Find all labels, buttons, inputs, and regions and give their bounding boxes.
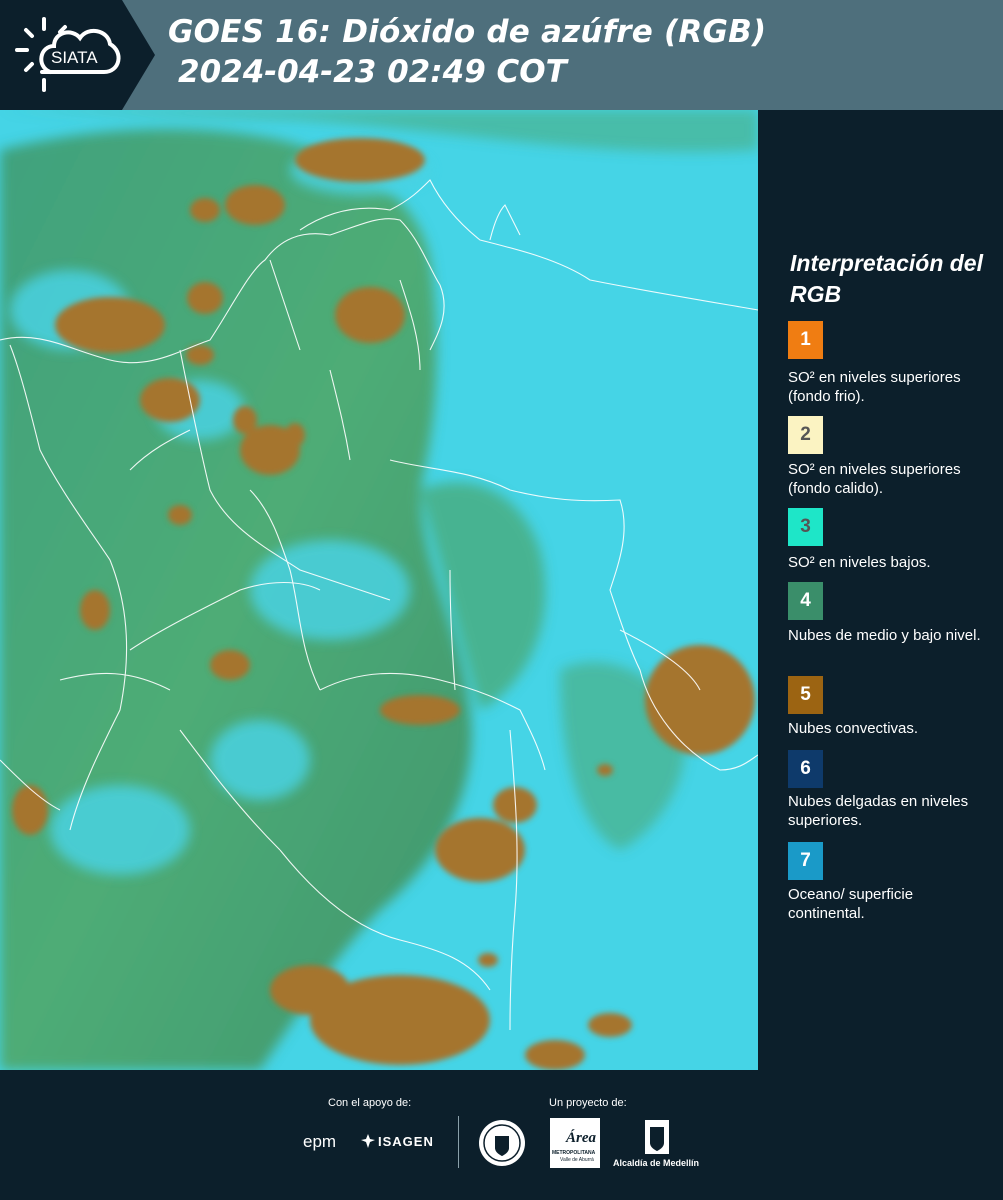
isagen-icon	[361, 1134, 375, 1148]
legend-text-6: Nubes delgadas en niveles superiores.	[788, 793, 969, 829]
legend-title: Interpretación del RGB	[790, 250, 983, 307]
svg-text:SIATA: SIATA	[51, 48, 98, 67]
area-logo-sub: METROPOLITANA	[552, 1150, 596, 1156]
map-title: GOES 16: Dióxido de azúfre (RGB)	[168, 14, 767, 50]
legend-swatch-5: 5	[788, 676, 823, 714]
project-label: Un proyecto de:	[549, 1097, 627, 1109]
map-timestamp: 2024-04-23 02:49 COT	[178, 54, 567, 90]
legend-text-3: SO² en niveles bajos.	[788, 554, 931, 571]
siata-logo: SIATA	[0, 0, 155, 110]
legend-swatch-1: 1	[788, 321, 823, 359]
alcaldia-logo-text: Alcaldía de Medellín	[613, 1158, 700, 1168]
legend-swatch-7: 7	[788, 842, 823, 880]
legend-swatch-2: 2	[788, 416, 823, 454]
legend-swatch-6: 6	[788, 750, 823, 788]
legend-swatch-3: 3	[788, 508, 823, 546]
area-logo-text: Área	[566, 1130, 596, 1146]
epm-logo: epm	[303, 1132, 337, 1151]
legend-text-1: SO² en niveles superiores (fondo frio).	[788, 369, 961, 405]
legend-text-2: SO² en niveles superiores (fondo calido)…	[788, 461, 961, 497]
legend-swatch-4: 4	[788, 582, 823, 620]
legend-text-7: Oceano/ superficie continental.	[788, 886, 914, 922]
legend-text-4: Nubes de medio y bajo nivel.	[788, 627, 981, 644]
legend-text-5: Nubes convectivas.	[788, 720, 919, 737]
isagen-logo: ISAGEN	[378, 1134, 434, 1149]
satellite-map	[0, 110, 758, 1070]
header-bar: SIATA GOES 16: Dióxido de azúfre (RGB) 2…	[0, 0, 1003, 110]
footer-divider	[458, 1116, 459, 1168]
footer: Con el apoyo de: Un proyecto de: epm ISA…	[0, 1070, 1003, 1200]
alcaldia-shield-icon	[645, 1120, 669, 1154]
legend-panel: Interpretación del RGB 1 SO² en niveles …	[758, 110, 1003, 1070]
support-label: Con el apoyo de:	[328, 1097, 412, 1109]
medellin-seal-icon	[479, 1120, 525, 1166]
area-logo-sub2: Valle de Aburrá	[560, 1157, 594, 1163]
